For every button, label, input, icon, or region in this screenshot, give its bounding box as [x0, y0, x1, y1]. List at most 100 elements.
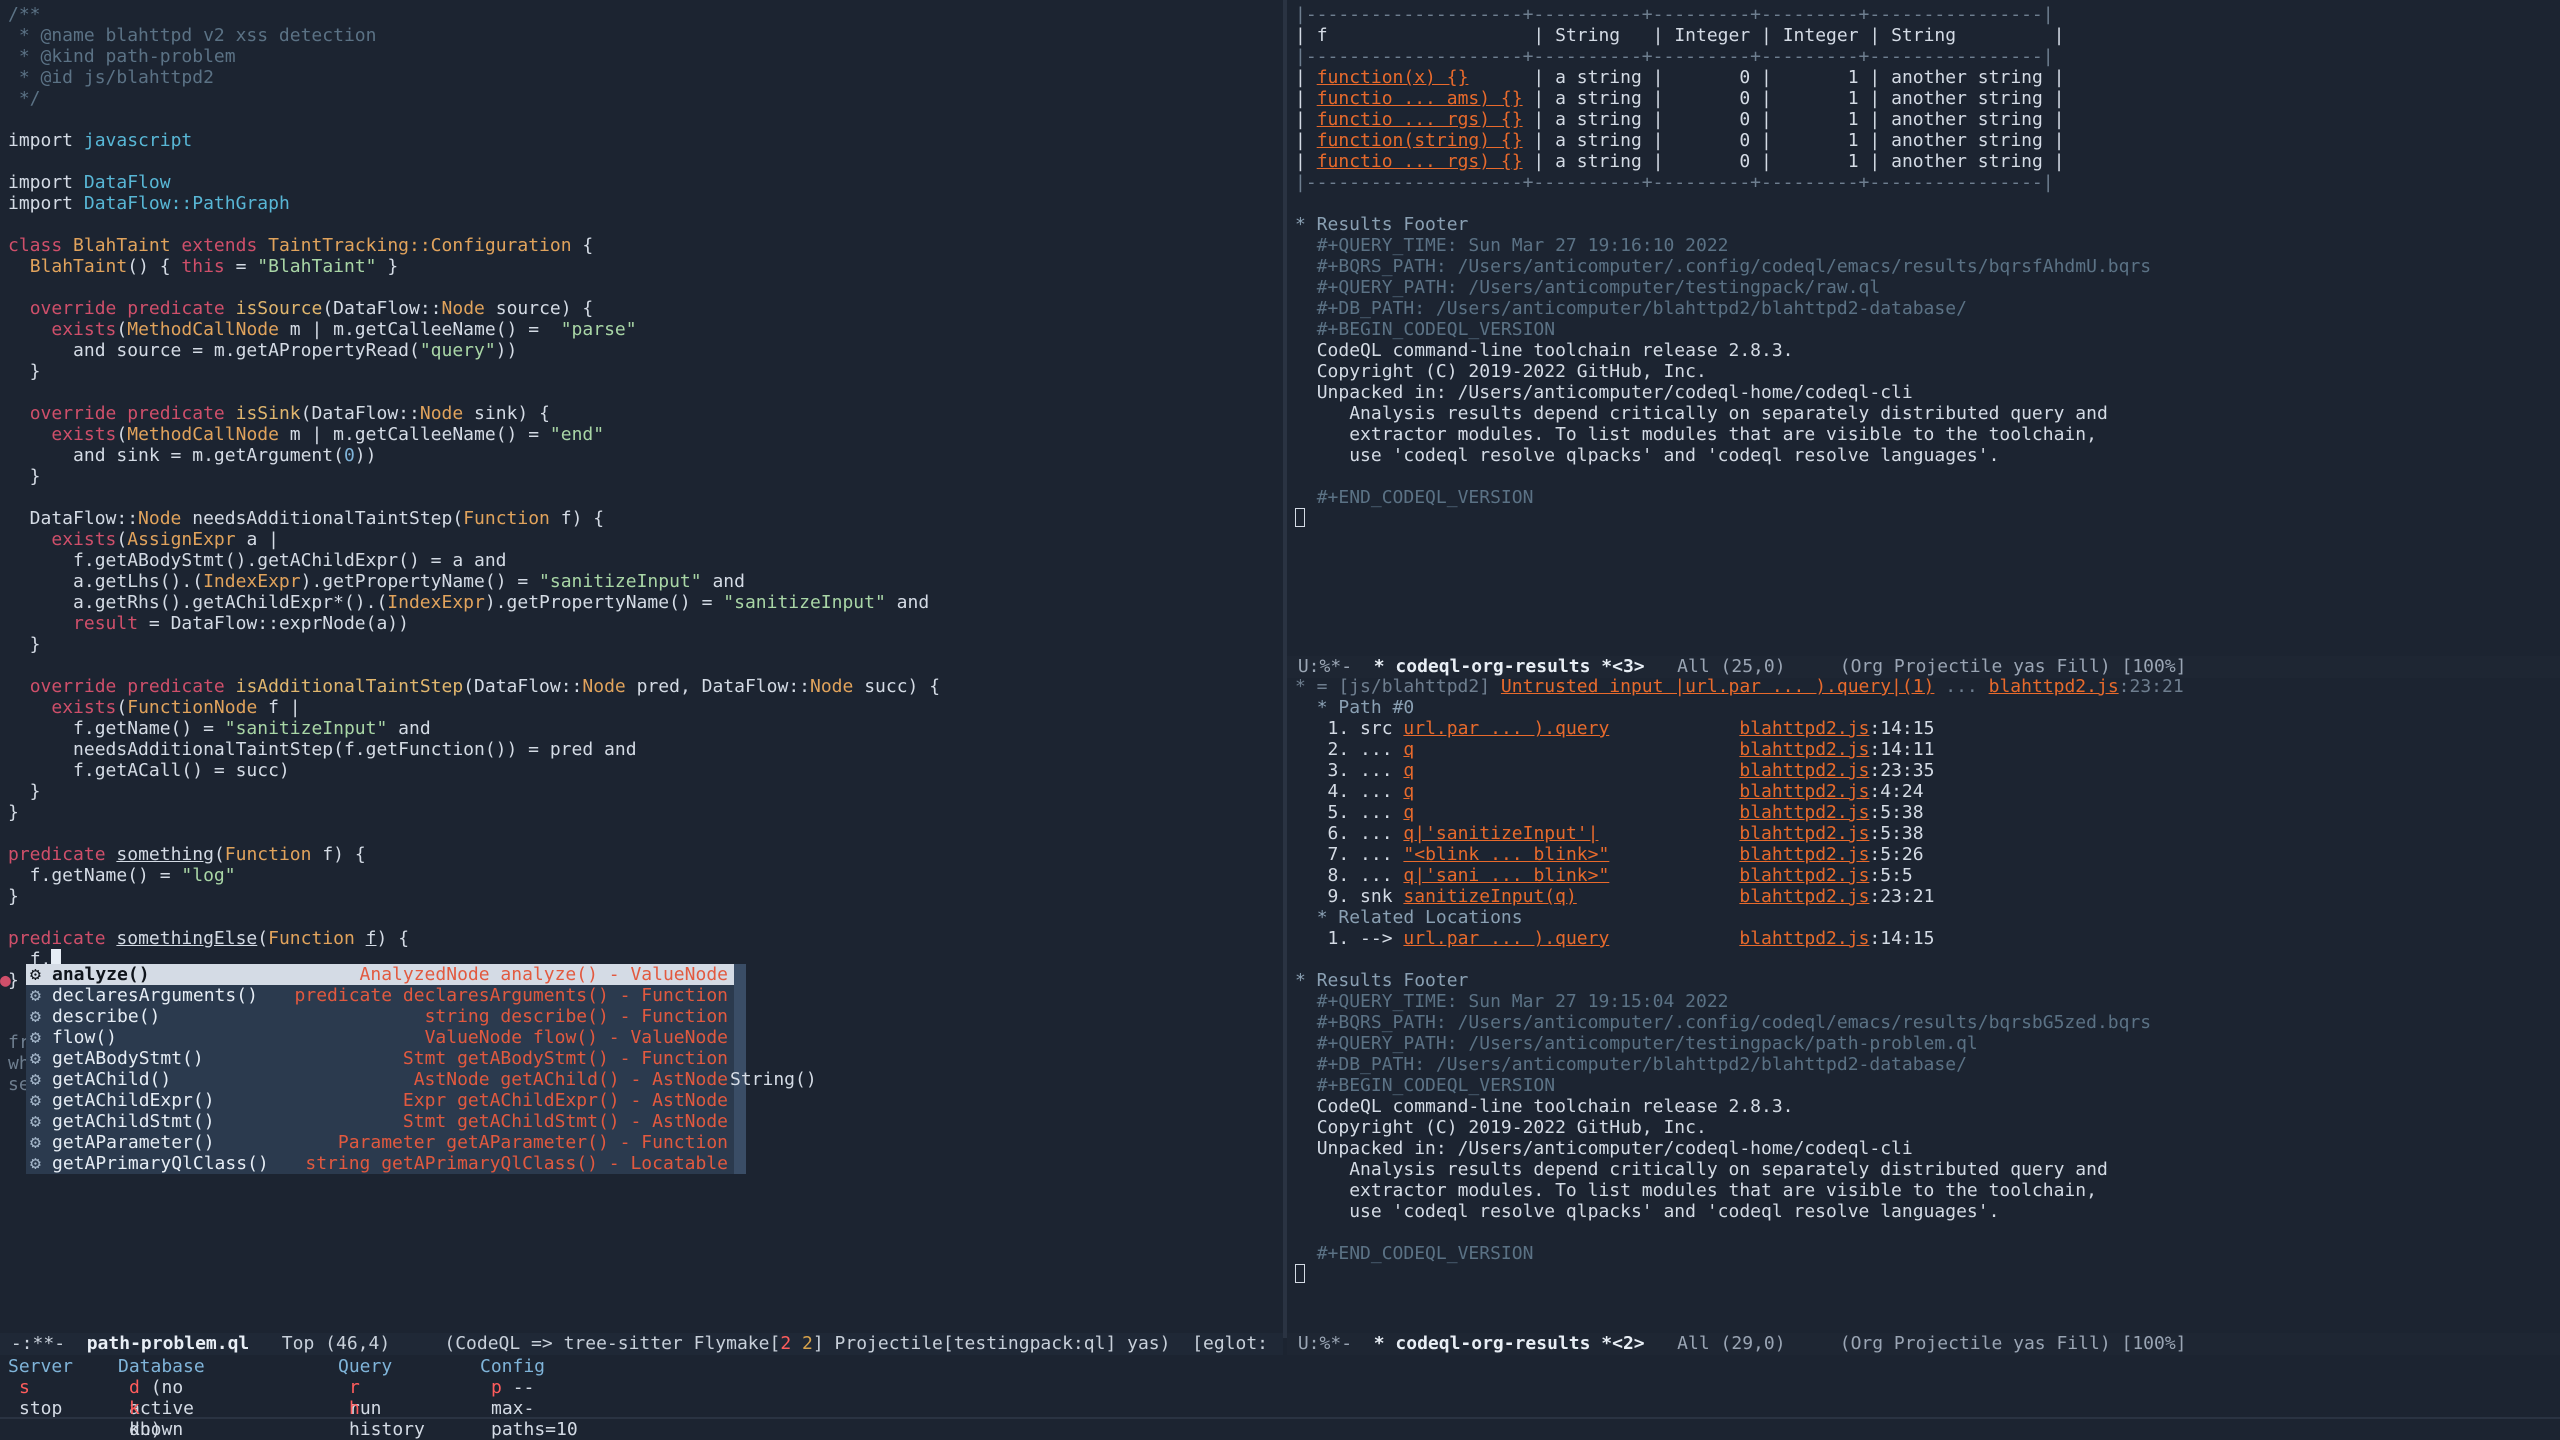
modeline-editor[interactable]: -:**- path-problem.ql Top (46,4) (CodeQL… — [0, 1333, 1283, 1355]
version-text: Unpacked in: /Users/anticomputer/codeql-… — [1316, 382, 1913, 403]
cmd-stop[interactable]: s stop — [19, 1377, 62, 1419]
version-line: use 'codeql resolve qlpacks' and 'codeql… — [1295, 445, 2560, 466]
step-number: 1. — [1327, 718, 1350, 739]
cmd-max-paths[interactable]: p --max-paths=10 — [491, 1377, 578, 1440]
completion-annotation: Expr getAChildExpr() - AstNode — [402, 1090, 728, 1111]
modeline-results-3[interactable]: U:%*- * codeql-org-results *<3> All (25,… — [1287, 656, 2560, 678]
step-kind: src — [1360, 718, 1393, 739]
step-file-link[interactable]: blahttpd2.js — [1739, 823, 1869, 844]
method-icon: ⚙ — [30, 1090, 41, 1111]
step-node-link[interactable]: q — [1403, 802, 1414, 823]
table-border: |--------------------+----------+-------… — [1295, 4, 2054, 25]
result-link[interactable]: functio ... ams) {} — [1317, 88, 1523, 109]
completion-annotation: AnalyzedNode analyze() - ValueNode — [359, 964, 728, 985]
path-heading[interactable]: * Path #0 — [1295, 697, 2560, 718]
table-cell: 0 — [1739, 130, 1751, 151]
footer-meta: #+QUERY_TIME: Sun Mar 27 19:15:04 2022 #… — [1295, 991, 2560, 1096]
step-number: 8. — [1327, 865, 1350, 886]
completion-item[interactable]: ⚙ getABodyStmt() Stmt getABodyStmt() - Fun… — [26, 1048, 734, 1069]
code-line: result = DataFlow::exprNode(a)) — [73, 613, 409, 634]
step-file-link[interactable]: blahttpd2.js — [1739, 760, 1869, 781]
step-file-link[interactable]: blahttpd2.js — [1739, 739, 1869, 760]
table-cell: 0 — [1739, 88, 1751, 109]
step-file-link[interactable]: blahttpd2.js — [1739, 886, 1869, 907]
step-file-link[interactable]: blahttpd2.js — [1739, 781, 1869, 802]
completion-item[interactable]: ⚙ getAChild() AstNode getAChild() - AstNod… — [26, 1069, 734, 1090]
code-line: exists(MethodCallNode m | m.getCalleeNam… — [51, 424, 605, 445]
step-node-link[interactable]: sanitizeInput(q) — [1403, 886, 1576, 907]
step-number: 5. — [1327, 802, 1350, 823]
code-line: f.getABodyStmt().getAChildExpr() = a and — [8, 550, 507, 571]
table-body: | function(x) {} | a string | 0 | 1 | an… — [1295, 67, 2560, 172]
meta-text: #+QUERY_PATH: /Users/anticomputer/testin… — [1316, 277, 1881, 298]
step-location: :5:5 — [1869, 865, 1913, 886]
step-node-link[interactable]: q|'sani ... blink>" — [1403, 865, 1609, 886]
header-comment-0: /** — [8, 4, 41, 25]
path-title-file[interactable]: blahttpd2.js — [1989, 676, 2119, 697]
version-line: extractor modules. To list modules that … — [1295, 424, 2560, 445]
group-config: Config — [480, 1356, 546, 1377]
step-node-link[interactable]: q|'sanitizeInput'| — [1403, 823, 1598, 844]
extends-type: TaintTracking::Configuration — [268, 235, 572, 256]
completion-item[interactable]: ⚙ getAParameter() Parameter getAParameter(… — [26, 1132, 734, 1153]
import-name: DataFlow::PathGraph — [83, 193, 290, 214]
result-link[interactable]: function(string) {} — [1317, 130, 1523, 151]
completion-item[interactable]: ⚙ getAChildStmt() Stmt getAChildStmt() - A… — [26, 1111, 734, 1132]
result-link[interactable]: functio ... rgs) {} — [1317, 151, 1523, 172]
method-icon: ⚙ — [30, 1153, 41, 1174]
step-file-link[interactable]: blahttpd2.js — [1739, 718, 1869, 739]
method-icon: ⚙ — [30, 985, 41, 1006]
blank-line — [1295, 466, 2560, 487]
meta-text: #+QUERY_TIME: Sun Mar 27 19:16:10 2022 — [1316, 235, 1729, 256]
step-location: :14:15 — [1869, 718, 1935, 739]
code-line: exists(MethodCallNode m | m.getCalleeNam… — [51, 319, 637, 340]
cmd-history[interactable]: h history — [349, 1398, 425, 1440]
step-kind: ... — [1360, 760, 1393, 781]
table-row: | functio ... rgs) {} | a string | 0 | 1… — [1295, 109, 2065, 130]
step-node-link[interactable]: url.par ... ).query — [1403, 928, 1609, 949]
meta-text: #+QUERY_TIME: Sun Mar 27 19:15:04 2022 — [1316, 991, 1729, 1012]
results-pane-top[interactable]: |--------------------+----------+-------… — [1295, 4, 2560, 654]
modeline-results-2[interactable]: U:%*- * codeql-org-results *<2> All (29,… — [1287, 1333, 2560, 1355]
something-else-line: predicate somethingElse(Function f) { — [8, 928, 410, 949]
results-footer-heading[interactable]: * Results Footer — [1295, 214, 2560, 235]
method-icon: ⚙ — [30, 964, 41, 985]
step-node-link[interactable]: "<blink ... blink>" — [1403, 844, 1609, 865]
footer-meta-line: #+DB_PATH: /Users/anticomputer/blahttpd2… — [1295, 1054, 2560, 1075]
completion-annotation: predicate declaresArguments() - Function — [294, 985, 728, 1006]
step-node-link[interactable]: q — [1403, 739, 1414, 760]
completion-item[interactable]: ⚙ getAChildExpr() Expr getAChildExpr() - A… — [26, 1090, 734, 1111]
table-border: |--------------------+----------+-------… — [1295, 46, 2054, 67]
editor-pane[interactable]: /** * @name blahttpd v2 xss detection * … — [0, 0, 1283, 1338]
step-node-link[interactable]: q — [1403, 781, 1414, 802]
blank-line — [1295, 949, 2560, 970]
result-link[interactable]: functio ... rgs) {} — [1317, 109, 1523, 130]
completion-item[interactable]: ⚙ describe() string describe() - Function — [26, 1006, 734, 1027]
path-title[interactable]: * = [js/blahttpd2] Untrusted input |url.… — [1295, 676, 2560, 697]
path-title-link[interactable]: Untrusted input |url.par ... ).query|(1) — [1501, 676, 1934, 697]
result-link[interactable]: function(x) {} — [1317, 67, 1469, 88]
completion-label: getAPrimaryQlClass() — [52, 1153, 269, 1174]
step-location: :4:24 — [1869, 781, 1924, 802]
step-kind: ... — [1360, 823, 1393, 844]
completion-item[interactable]: ⚙ declaresArguments() predicate declaresAr… — [26, 985, 734, 1006]
step-file-link[interactable]: blahttpd2.js — [1739, 844, 1869, 865]
step-node-link[interactable]: url.par ... ).query — [1403, 718, 1609, 739]
completion-item[interactable]: ⚙ analyze() AnalyzedNode analyze() - Value… — [26, 964, 734, 985]
results-footer-heading[interactable]: * Results Footer — [1295, 970, 2560, 991]
completion-popup[interactable]: ⚙ analyze() AnalyzedNode analyze() - Value… — [26, 964, 746, 1174]
results-pane-bottom[interactable]: * = [js/blahttpd2] Untrusted input |url.… — [1295, 676, 2560, 1326]
related-heading[interactable]: * Related Locations — [1295, 907, 2560, 928]
step-file-link[interactable]: blahttpd2.js — [1739, 865, 1869, 886]
step-file-link[interactable]: blahttpd2.js — [1739, 802, 1869, 823]
footer-meta-line: #+QUERY_PATH: /Users/anticomputer/testin… — [1295, 1033, 2560, 1054]
version-line: CodeQL command-line toolchain release 2.… — [1295, 340, 2560, 361]
step-file-link[interactable]: blahttpd2.js — [1739, 928, 1869, 949]
step-node-link[interactable]: q — [1403, 760, 1414, 781]
completion-item[interactable]: ⚙ getAPrimaryQlClass() string getAPrimaryQ… — [26, 1153, 734, 1174]
completion-item[interactable]: ⚙ flow() ValueNode flow() - ValueNode — [26, 1027, 734, 1048]
group-query: Query — [338, 1356, 393, 1377]
class-decl: class BlahTaint extends TaintTracking::C… — [8, 235, 594, 256]
code-view[interactable]: /** * @name blahttpd v2 xss detection * … — [8, 4, 940, 991]
cmd-known[interactable]: k known — [129, 1398, 183, 1440]
